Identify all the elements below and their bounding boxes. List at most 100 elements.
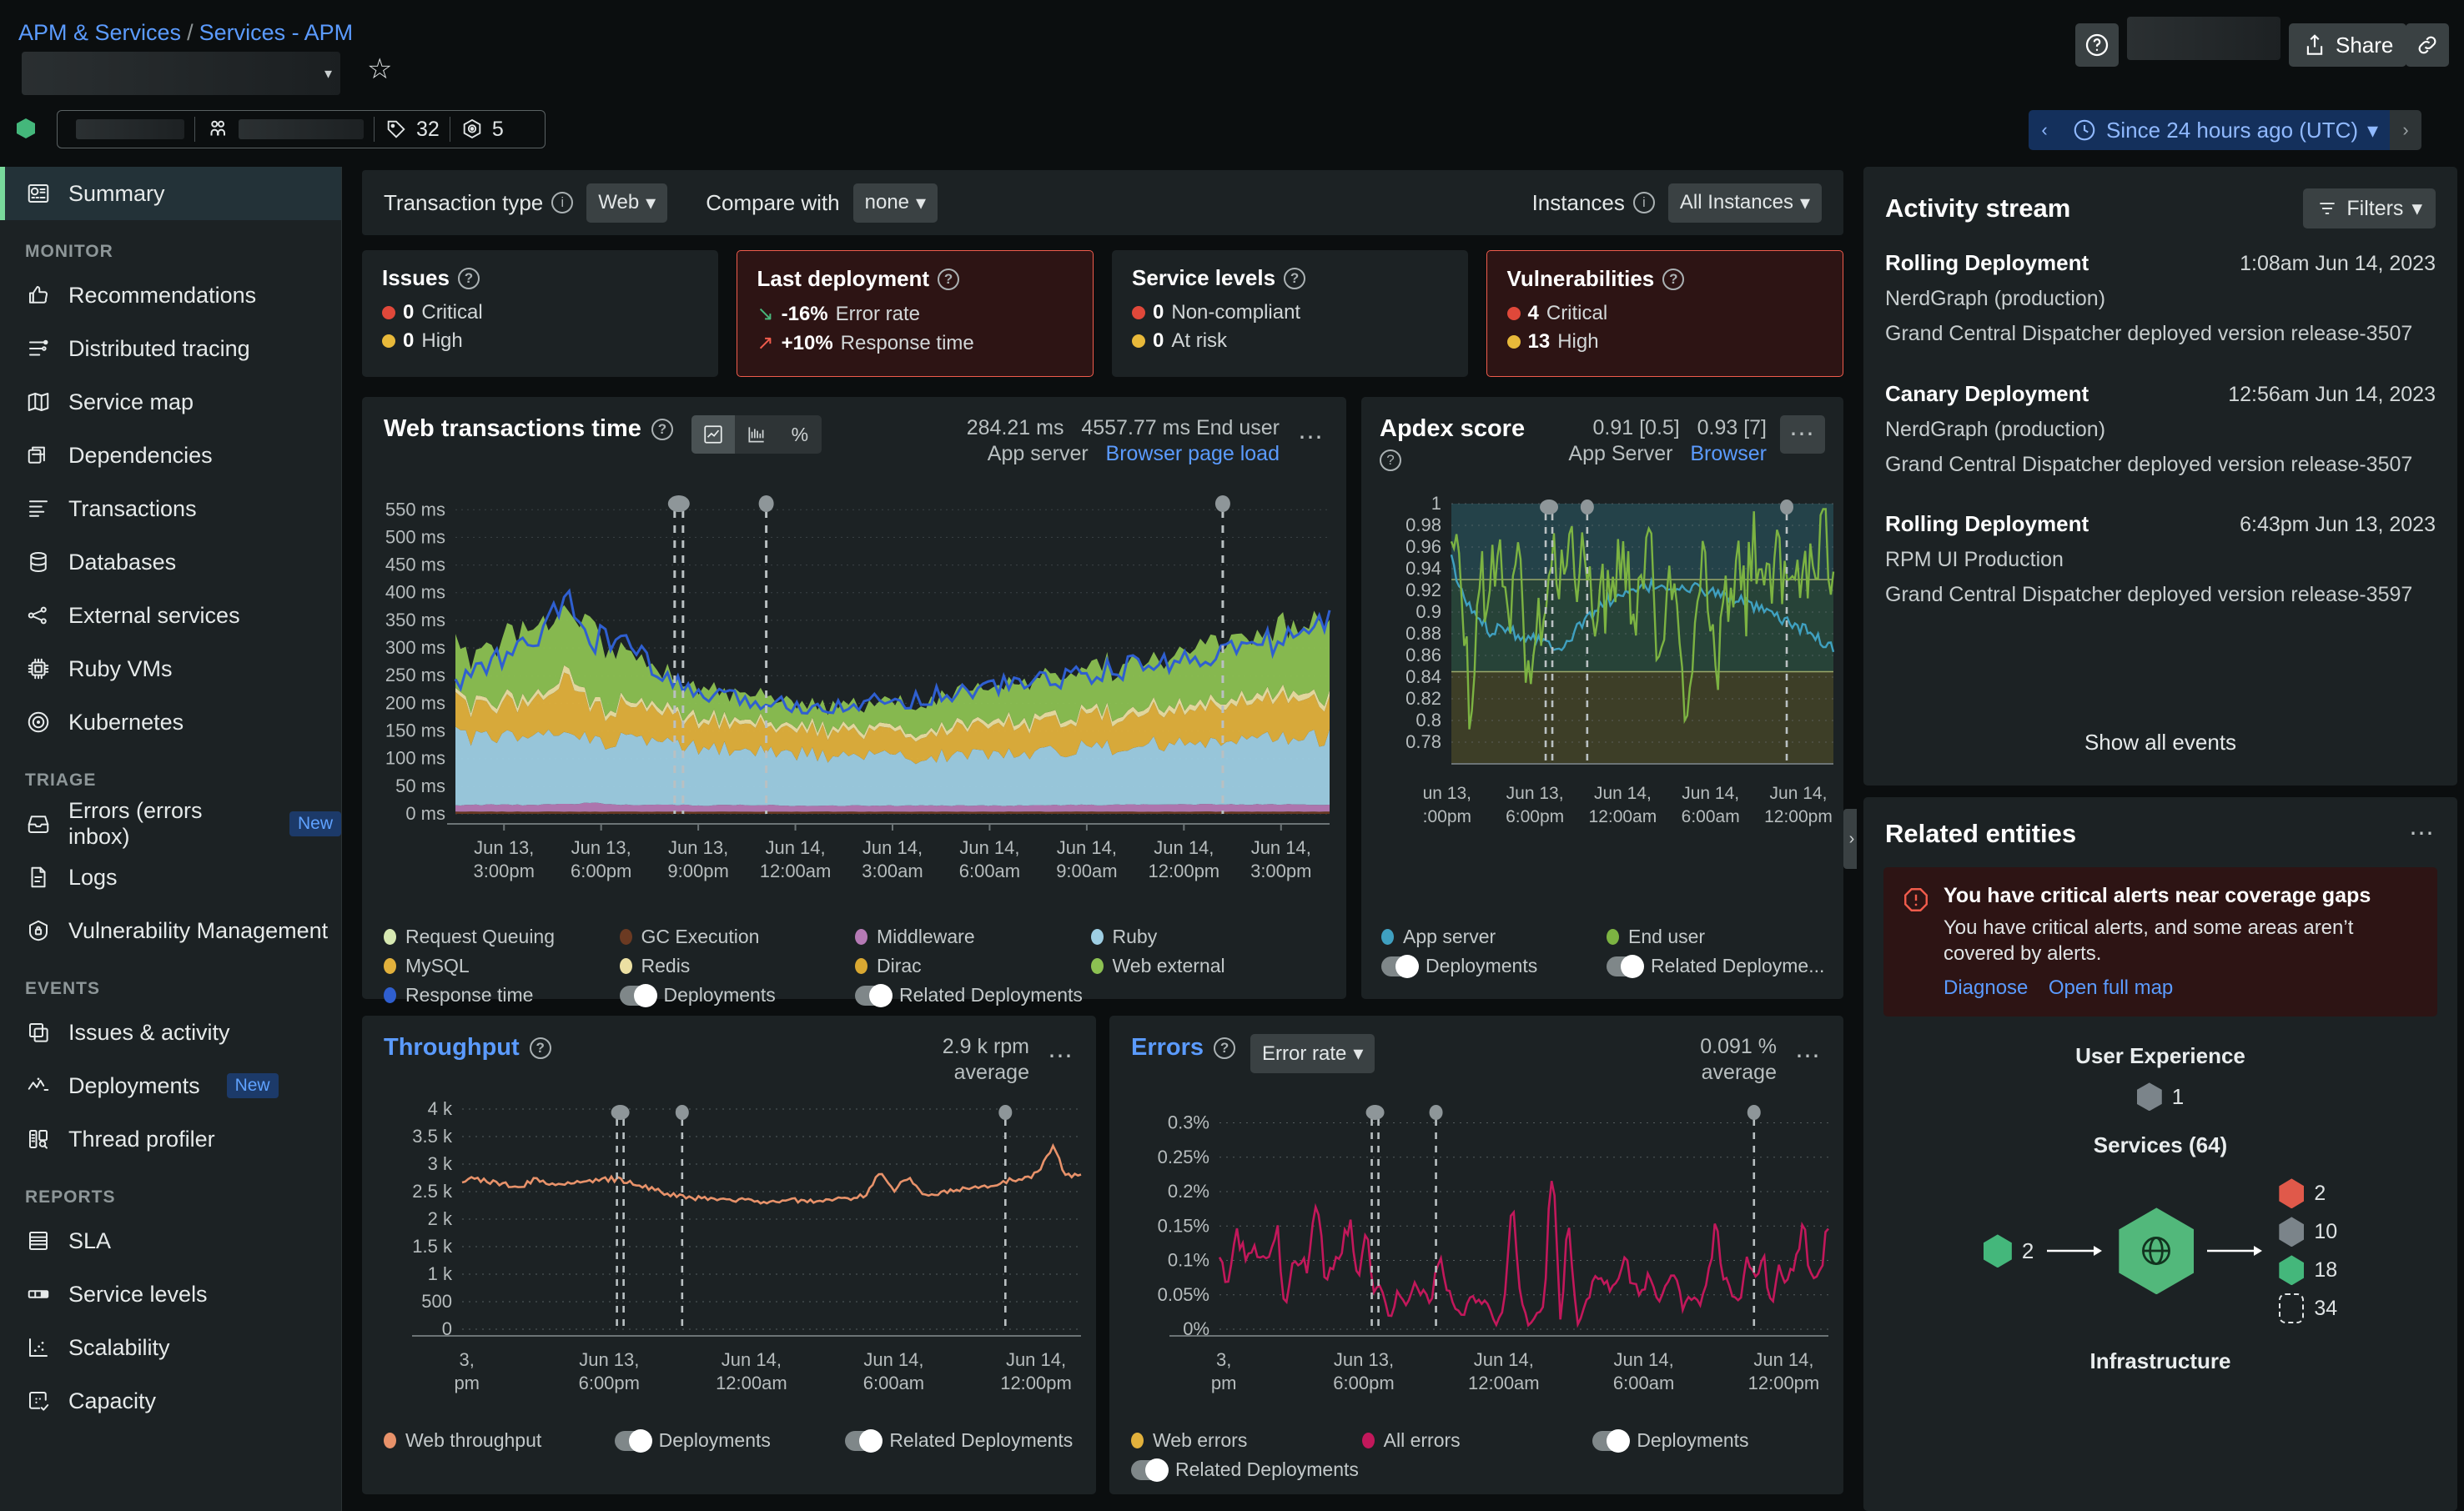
- legend-item-web-external[interactable]: Web external: [1091, 951, 1327, 981]
- legend-item-all-errors[interactable]: All errors: [1362, 1426, 1593, 1455]
- sidebar-item-external-services[interactable]: External services: [0, 589, 341, 642]
- toggle-deployments[interactable]: Deployments: [1381, 951, 1607, 981]
- toggle-switch[interactable]: [1592, 1431, 1627, 1451]
- show-all-events-button[interactable]: Show all events: [1863, 730, 2457, 756]
- legend-item-gc-execution[interactable]: GC Execution: [620, 922, 856, 951]
- downstream-node[interactable]: 2: [2279, 1178, 2337, 1208]
- toggle-related-deployme[interactable]: Related Deployme...: [1607, 951, 1832, 981]
- sidebar-item-errors-errors-inbox[interactable]: Errors (errors inbox)New: [0, 797, 341, 851]
- sidebar-item-recommendations[interactable]: Recommendations: [0, 269, 341, 322]
- toggle-deployments[interactable]: Deployments: [1592, 1426, 1823, 1455]
- errors-metric-select[interactable]: Error rate ▾: [1250, 1034, 1375, 1073]
- help-icon[interactable]: ?: [458, 268, 480, 289]
- toggle-switch[interactable]: [620, 986, 655, 1006]
- legend-item-ruby[interactable]: Ruby: [1091, 922, 1327, 951]
- related-entities-menu-button[interactable]: ⋯: [2409, 821, 2436, 846]
- chart-type-toggle[interactable]: %: [691, 415, 822, 454]
- help-icon[interactable]: ?: [651, 419, 673, 440]
- entity-selector[interactable]: ▾: [22, 52, 340, 95]
- legend-item-request-queuing[interactable]: Request Queuing: [384, 922, 620, 951]
- sidebar-item-dependencies[interactable]: Dependencies: [0, 429, 341, 482]
- legend-item-middleware[interactable]: Middleware: [855, 922, 1091, 951]
- help-icon[interactable]: ?: [938, 269, 959, 290]
- help-icon[interactable]: ?: [1380, 449, 1401, 471]
- legend-item-dirac[interactable]: Dirac: [855, 951, 1091, 981]
- help-icon[interactable]: ?: [1284, 268, 1305, 289]
- activity-event[interactable]: Canary Deployment12:56am Jun 14, 2023Ner…: [1885, 381, 2436, 479]
- throughput-title-group[interactable]: Throughput ?: [384, 1034, 551, 1062]
- throughput-chart[interactable]: 05001 k1.5 k2 k2.5 k3 k3.5 k4 k3,pmJun 1…: [362, 1096, 1096, 1421]
- legend-item-mysql[interactable]: MySQL: [384, 951, 620, 981]
- legend-item-app-server[interactable]: App server: [1381, 922, 1607, 951]
- web-transactions-chart[interactable]: 0 ms50 ms100 ms150 ms200 ms250 ms300 ms3…: [362, 480, 1346, 906]
- web-transactions-menu-button[interactable]: ⋯: [1298, 425, 1325, 450]
- percent-toggle[interactable]: %: [778, 415, 822, 454]
- favorite-star-icon[interactable]: ☆: [367, 55, 392, 83]
- sidebar-item-scalability[interactable]: Scalability: [0, 1321, 341, 1374]
- sidebar-item-sla[interactable]: SLA: [0, 1214, 341, 1268]
- tags-cell[interactable]: 32: [385, 118, 440, 142]
- sidebar-item-ruby-vms[interactable]: Ruby VMs: [0, 642, 341, 695]
- toggle-related-deployments[interactable]: Related Deployments: [1131, 1455, 1362, 1484]
- bar-chart-icon[interactable]: [735, 415, 778, 454]
- info-icon[interactable]: i: [551, 192, 573, 213]
- help-icon[interactable]: ?: [530, 1037, 551, 1059]
- toggle-switch[interactable]: [855, 986, 890, 1006]
- browser-page-load-link[interactable]: Browser page load: [1106, 442, 1280, 465]
- legend-item-web-throughput[interactable]: Web throughput: [384, 1426, 615, 1455]
- downstream-node[interactable]: 34: [2279, 1293, 2337, 1323]
- account-switcher-placeholder[interactable]: [2127, 17, 2280, 60]
- breadcrumb-root[interactable]: APM & Services: [18, 20, 181, 45]
- apdex-menu-button[interactable]: ⋯: [1780, 415, 1825, 454]
- copy-link-button[interactable]: [2406, 23, 2449, 67]
- toggle-switch[interactable]: [1607, 956, 1642, 976]
- legend-item-response-time[interactable]: Response time: [384, 981, 620, 1010]
- summary-card-vulnerabilities[interactable]: Vulnerabilities?4Critical13High: [1486, 250, 1844, 377]
- errors-chart[interactable]: 0%0.05%0.1%0.15%0.2%0.25%0.3%3,pmJun 13,…: [1109, 1096, 1843, 1421]
- sidebar-item-issues-activity[interactable]: Issues & activity: [0, 1006, 341, 1059]
- apdex-browser-link[interactable]: Browser: [1690, 442, 1767, 465]
- user-experience-node[interactable]: 1: [1863, 1082, 2457, 1111]
- toggle-related-deployments[interactable]: Related Deployments: [855, 981, 1091, 1010]
- time-next-button[interactable]: ›: [2390, 110, 2421, 150]
- help-button[interactable]: [2075, 23, 2119, 67]
- activity-filters-button[interactable]: Filters ▾: [2303, 188, 2436, 228]
- diagnose-link[interactable]: Diagnose: [1944, 976, 2028, 999]
- compare-with-select[interactable]: none ▾: [853, 183, 938, 223]
- sidebar-item-capacity[interactable]: Capacity: [0, 1374, 341, 1428]
- toggle-switch[interactable]: [845, 1431, 880, 1451]
- share-button[interactable]: Share: [2289, 23, 2406, 67]
- help-icon[interactable]: ?: [1662, 269, 1684, 290]
- time-range-button[interactable]: Since 24 hours ago (UTC) ▾: [2060, 110, 2390, 150]
- sidebar-item-transactions[interactable]: Transactions: [0, 482, 341, 535]
- sidebar-item-vulnerability-management[interactable]: Vulnerability Management: [0, 904, 341, 957]
- apdex-chart[interactable]: 10.980.960.940.920.90.880.860.840.820.80…: [1361, 489, 1843, 906]
- activity-event[interactable]: Rolling Deployment1:08am Jun 14, 2023Ner…: [1885, 250, 2436, 348]
- downstream-node[interactable]: 10: [2279, 1217, 2337, 1247]
- summary-card-service-levels[interactable]: Service levels?0Non-compliant0At risk: [1112, 250, 1468, 377]
- sidebar-item-logs[interactable]: Logs: [0, 851, 341, 904]
- sidebar-item-databases[interactable]: Databases: [0, 535, 341, 589]
- toggle-switch[interactable]: [615, 1431, 650, 1451]
- line-chart-icon[interactable]: [691, 415, 735, 454]
- time-prev-button[interactable]: ‹: [2029, 110, 2060, 150]
- legend-item-web-errors[interactable]: Web errors: [1131, 1426, 1362, 1455]
- account-cell[interactable]: [205, 117, 364, 142]
- open-full-map-link[interactable]: Open full map: [2049, 976, 2173, 999]
- downstream-node[interactable]: 18: [2279, 1255, 2337, 1285]
- transaction-type-select[interactable]: Web ▾: [586, 183, 667, 223]
- toggle-switch[interactable]: [1381, 956, 1416, 976]
- summary-card-last-deployment[interactable]: Last deployment?↘-16%Error rate↗+10%Resp…: [737, 250, 1094, 377]
- targets-cell[interactable]: 5: [460, 118, 504, 142]
- sidebar-item-thread-profiler[interactable]: Thread profiler: [0, 1112, 341, 1166]
- toggle-deployments[interactable]: Deployments: [620, 981, 856, 1010]
- errors-title-group[interactable]: Errors ?: [1131, 1034, 1235, 1062]
- legend-item-end-user[interactable]: End user: [1607, 922, 1832, 951]
- sidebar-item-summary[interactable]: Summary: [0, 167, 341, 220]
- breadcrumb-current[interactable]: Services - APM: [199, 20, 354, 45]
- sidebar-item-service-levels[interactable]: Service levels: [0, 1268, 341, 1321]
- errors-menu-button[interactable]: ⋯: [1795, 1044, 1822, 1069]
- instances-select[interactable]: All Instances ▾: [1668, 183, 1822, 223]
- activity-event[interactable]: Rolling Deployment6:43pm Jun 13, 2023RPM…: [1885, 511, 2436, 609]
- info-icon[interactable]: i: [1633, 192, 1655, 213]
